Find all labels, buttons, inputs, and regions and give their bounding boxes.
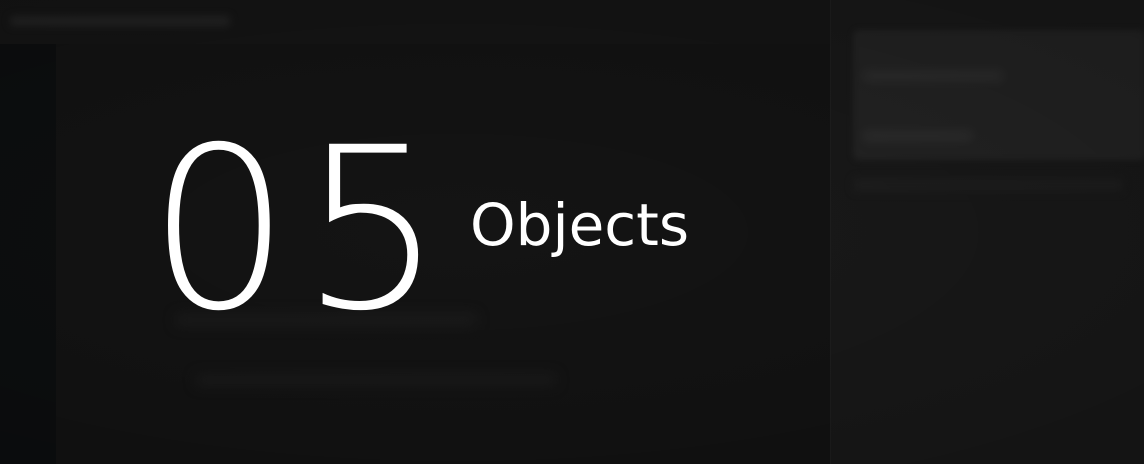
background-right-row-blur (853, 178, 1123, 192)
background-right-panel (830, 0, 1144, 464)
background-right-header (853, 30, 1144, 160)
background-main-blur-line (196, 374, 556, 386)
background-right-header-blur (863, 130, 973, 142)
object-count-unit: Objects (470, 191, 690, 259)
background-left-rail (0, 0, 56, 464)
slide-screen: 05 Objects (0, 0, 1144, 464)
background-top-bar-blur (10, 16, 230, 26)
background-right-header-blur (863, 70, 1003, 82)
background-top-bar (0, 0, 830, 44)
object-count: 05 (148, 99, 454, 360)
